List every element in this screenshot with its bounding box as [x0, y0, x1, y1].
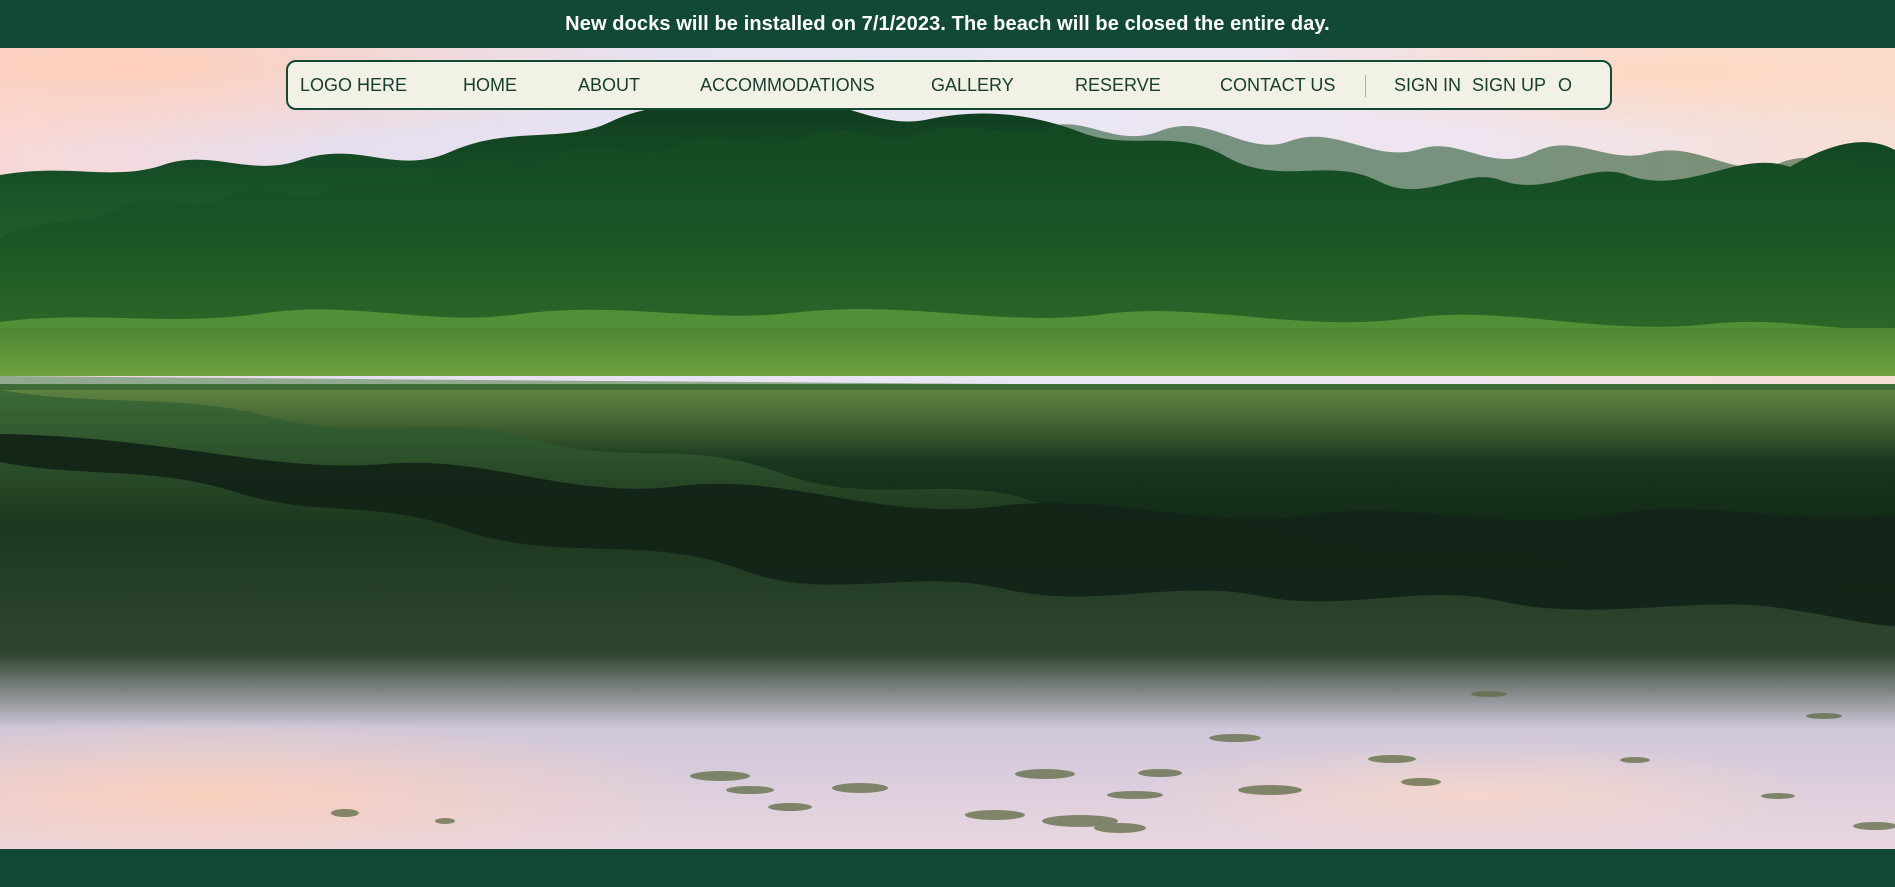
account-circle-icon[interactable]: O	[1558, 76, 1572, 94]
sign-in-link[interactable]: SIGN IN	[1394, 76, 1461, 94]
nav-link-about[interactable]: ABOUT	[578, 76, 640, 94]
main-navigation: LOGO HERE HOME ABOUT ACCOMMODATIONS GALL…	[286, 60, 1612, 110]
nav-link-contact-us[interactable]: CONTACT US	[1220, 76, 1335, 94]
nav-divider	[1365, 75, 1366, 97]
nav-link-gallery[interactable]: GALLERY	[931, 76, 1014, 94]
nav-link-accommodations[interactable]: ACCOMMODATIONS	[700, 76, 875, 94]
lake-scene-illustration	[0, 48, 1895, 849]
sign-up-link[interactable]: SIGN UP	[1472, 76, 1546, 94]
hero-lake-image	[0, 48, 1895, 849]
nav-link-home[interactable]: HOME	[463, 76, 517, 94]
announcement-banner: New docks will be installed on 7/1/2023.…	[0, 0, 1895, 48]
nav-link-reserve[interactable]: RESERVE	[1075, 76, 1161, 94]
bottom-band	[0, 849, 1895, 887]
announcement-text: New docks will be installed on 7/1/2023.…	[565, 12, 1330, 35]
logo-placeholder[interactable]: LOGO HERE	[300, 76, 407, 94]
